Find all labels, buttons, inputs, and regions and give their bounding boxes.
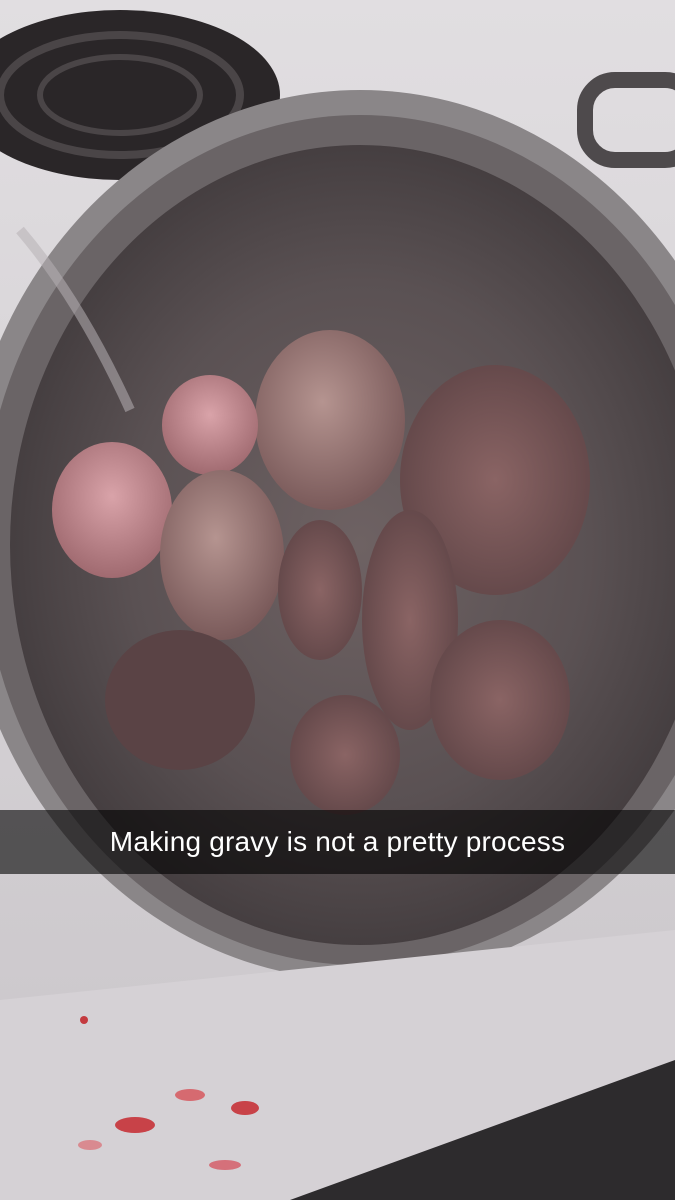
meat-piece (160, 470, 284, 640)
stain (209, 1160, 241, 1170)
meat-piece (255, 330, 405, 510)
caption-bar: Making gravy is not a pretty process (0, 810, 675, 874)
meat-piece (162, 375, 258, 475)
stain (231, 1101, 259, 1115)
meat-piece (105, 630, 255, 770)
meat-piece (430, 620, 570, 780)
meat-piece (52, 442, 172, 578)
photo-pot-of-meat (0, 0, 675, 1200)
stain (78, 1140, 102, 1150)
meat-piece (290, 695, 400, 815)
snap-viewer: Making gravy is not a pretty process (0, 0, 675, 1200)
caption-text: Making gravy is not a pretty process (109, 826, 566, 857)
stain (175, 1089, 205, 1101)
stain (80, 1016, 88, 1024)
meat-piece (278, 520, 362, 660)
stain (115, 1117, 155, 1133)
